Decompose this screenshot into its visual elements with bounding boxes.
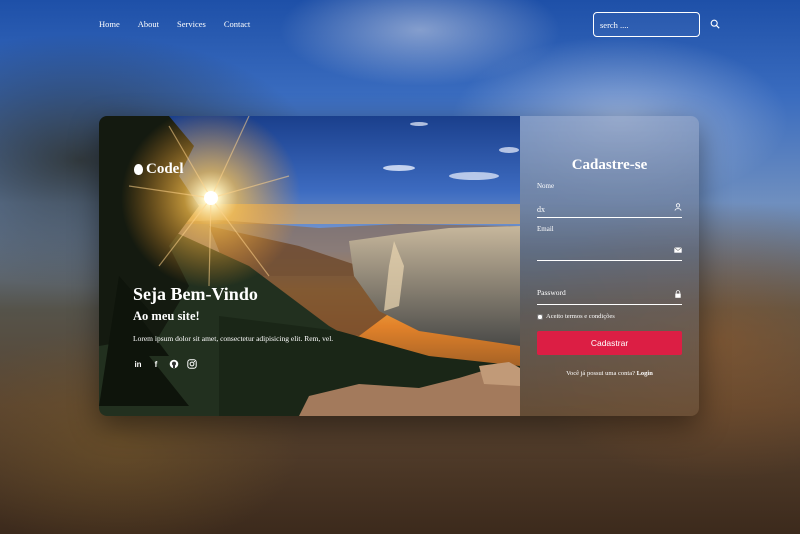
email-field: Email (537, 225, 682, 261)
nav-about[interactable]: About (138, 19, 159, 29)
name-field: Nome (537, 182, 682, 218)
nav-home[interactable]: Home (99, 19, 120, 29)
welcome-text: Lorem ipsum dolor sit amet, consectetur … (133, 334, 334, 343)
user-icon (674, 203, 682, 211)
apple-logo-icon (134, 164, 143, 175)
email-label: Email (537, 225, 554, 233)
nav-contact[interactable]: Contact (224, 19, 250, 29)
register-button[interactable]: Cadastrar (537, 331, 682, 355)
logo-text: Codel (146, 161, 184, 177)
logo: Codel (134, 161, 184, 178)
form-title: Cadastre-se (571, 157, 648, 173)
hero-image: Codel Seja Bem-Vindo Ao meu site! Lorem … (99, 116, 520, 416)
terms-label: Aceito termos e condições (546, 313, 615, 320)
search-box (593, 12, 720, 37)
envelope-icon (674, 246, 682, 254)
lock-icon (674, 290, 682, 298)
welcome-subtitle: Ao meu site! (133, 309, 200, 323)
signup-panel: Cadastre-se Nome Email Password Aceito t… (520, 116, 699, 416)
login-prompt-text: Você já possui uma conta? (566, 370, 635, 377)
top-nav: Home About Services Contact (99, 19, 250, 29)
name-input[interactable] (537, 205, 662, 214)
search-icon[interactable] (710, 16, 720, 34)
signup-card: Codel Seja Bem-Vindo Ao meu site! Lorem … (99, 116, 699, 416)
social-links: in f (133, 359, 197, 369)
instagram-icon[interactable] (187, 359, 197, 369)
facebook-icon[interactable]: f (151, 359, 161, 369)
terms-checkbox[interactable] (537, 313, 543, 320)
nav-services[interactable]: Services (177, 19, 206, 29)
search-input[interactable] (600, 19, 710, 30)
welcome-title: Seja Bem-Vindo (133, 284, 258, 304)
linkedin-icon[interactable]: in (133, 359, 143, 369)
login-prompt: Você já possui uma conta? Login (520, 370, 699, 377)
password-field[interactable]: Password (537, 281, 682, 305)
welcome-block: Seja Bem-Vindo Ao meu site! Lorem ipsum … (133, 284, 333, 343)
name-label: Nome (537, 182, 555, 190)
github-icon[interactable] (169, 359, 179, 369)
password-label: Password (537, 288, 566, 297)
terms-row: Aceito termos e condições (537, 313, 615, 320)
login-link[interactable]: Login (637, 370, 653, 377)
email-input[interactable] (537, 248, 662, 257)
